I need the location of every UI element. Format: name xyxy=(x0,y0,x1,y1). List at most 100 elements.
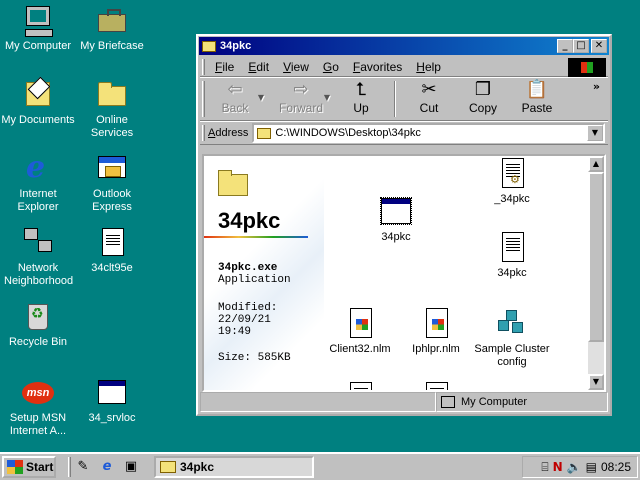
copy-icon: ❐ xyxy=(474,79,492,100)
maximize-button[interactable]: □ xyxy=(573,39,589,53)
desktop-icon-label: 34_srvloc xyxy=(88,412,136,424)
desktop-icon-34clt95e[interactable]: 34clt95e xyxy=(74,226,150,275)
window-titlebar[interactable]: 34pkc _ □ ✕ xyxy=(199,37,609,55)
toolbar-grip[interactable] xyxy=(202,81,205,117)
file-icon-partial[interactable] xyxy=(396,382,476,390)
desktop-icon-internet-explorer[interactable]: e Internet Explorer xyxy=(0,152,76,214)
copy-button[interactable]: ❐ Copy xyxy=(456,79,510,119)
file-icon-iphlpr-nlm[interactable]: Iphlpr.nlm xyxy=(396,308,476,356)
file-icon-partial[interactable] xyxy=(320,382,400,390)
clock[interactable]: 08:25 xyxy=(601,460,631,474)
paste-button[interactable]: 📋 Paste xyxy=(510,79,564,119)
desktop-icon-outlook-express[interactable]: Outlook Express xyxy=(74,152,150,214)
window-title: 34pkc xyxy=(220,40,252,52)
desktop-icon-setup-msn[interactable]: msn Setup MSN Internet A... xyxy=(0,376,76,438)
file-label: 34pkc xyxy=(381,231,411,243)
cut-button[interactable]: ✂ Cut xyxy=(402,79,456,119)
file-icon-_34pkc[interactable]: _34pkc xyxy=(472,158,552,206)
address-bar: Address C:\WINDOWS\Desktop\34pkc ▼ xyxy=(200,121,608,145)
volume-icon[interactable]: 🔈 xyxy=(567,460,582,474)
up-button[interactable]: ⮤ Up xyxy=(334,79,388,119)
menu-view[interactable]: View xyxy=(276,60,316,74)
document-icon xyxy=(344,382,376,390)
menu-edit[interactable]: Edit xyxy=(241,60,276,74)
menu-grip[interactable] xyxy=(202,58,205,75)
scroll-down-button[interactable]: ▼ xyxy=(588,374,604,390)
menu-favorites[interactable]: Favorites xyxy=(346,60,409,74)
paste-label: Paste xyxy=(521,101,553,115)
address-dropdown-icon[interactable]: ▼ xyxy=(587,125,603,141)
desktop-icon-recycle-bin[interactable]: Recycle Bin xyxy=(0,300,76,349)
outlook-express-icon xyxy=(96,152,128,184)
file-icon-34pkc-exe[interactable]: 34pkc xyxy=(356,196,436,244)
application-window-icon xyxy=(380,196,412,228)
start-button[interactable]: Start xyxy=(2,456,56,478)
toolbar-chevron-icon[interactable]: » xyxy=(593,80,600,93)
internet-explorer-icon[interactable]: e xyxy=(98,458,116,476)
start-label: Start xyxy=(26,460,54,474)
vertical-scrollbar[interactable]: ▲ ▼ xyxy=(588,156,604,390)
desktop-icon-online-services[interactable]: Online Services xyxy=(74,78,150,140)
desktop-icon-label: Setup MSN Internet A... xyxy=(9,412,67,437)
folder-content[interactable]: 34pkc 34pkc.exe Application Modified: 22… xyxy=(202,154,606,392)
desktop-icon-my-computer[interactable]: My Computer xyxy=(0,4,76,53)
status-panel-left xyxy=(200,392,436,412)
taskbar: Start ✎ e ▣ 34pkc ⌸ N 🔈 ▤ 08:25 xyxy=(0,452,640,480)
edit-icon[interactable]: ✎ xyxy=(74,458,92,476)
clipboard-icon: 📋 xyxy=(525,79,549,100)
copy-label: Copy xyxy=(468,101,497,115)
taskbar-button-34pkc[interactable]: 34pkc xyxy=(154,456,314,478)
web-view-pane: 34pkc 34pkc.exe Application Modified: 22… xyxy=(204,156,324,390)
menu-help[interactable]: Help xyxy=(409,60,448,74)
status-bar: My Computer xyxy=(200,392,608,412)
desktop-icon-network-neighborhood[interactable]: Network Neighborhood xyxy=(0,226,76,288)
application-window-icon xyxy=(96,376,128,408)
desktop-icon-my-briefcase[interactable]: My Briefcase xyxy=(74,4,150,53)
file-label: Client32.nlm xyxy=(329,343,391,355)
status-location: My Computer xyxy=(461,396,528,408)
scroll-up-button[interactable]: ▲ xyxy=(588,156,604,172)
network-tray-icon[interactable]: ⌸ xyxy=(541,460,548,475)
menu-file[interactable]: File xyxy=(208,60,241,74)
desktop-icon-my-documents[interactable]: My Documents xyxy=(0,78,76,127)
minimize-button[interactable]: _ xyxy=(557,39,573,53)
quick-launch-grip[interactable] xyxy=(68,457,71,477)
show-desktop-icon[interactable]: ▣ xyxy=(122,458,140,476)
recycle-bin-icon xyxy=(22,300,54,332)
desktop-icon-label: My Briefcase xyxy=(80,40,144,52)
my-documents-icon xyxy=(22,78,54,110)
address-grip[interactable] xyxy=(202,125,205,141)
address-input[interactable]: C:\WINDOWS\Desktop\34pkc ▼ xyxy=(252,123,605,143)
file-label: Sample Cluster config xyxy=(474,343,550,368)
internet-explorer-icon: e xyxy=(26,150,46,185)
file-icon-34pkc[interactable]: 34pkc xyxy=(472,232,552,280)
forward-dropdown-icon[interactable]: ▼ xyxy=(324,93,330,102)
forward-button[interactable]: ⇨ Forward ▼ xyxy=(274,79,330,119)
file-icon-client32-nlm[interactable]: Client32.nlm xyxy=(320,308,400,356)
address-label: Address xyxy=(208,127,249,139)
explorer-window: 34pkc _ □ ✕ File Edit View Go Favorites … xyxy=(196,34,612,416)
desktop-icon-label: Online Services xyxy=(90,114,134,139)
address-value: C:\WINDOWS\Desktop\34pkc xyxy=(275,127,421,139)
settings-document-icon xyxy=(496,158,528,190)
back-button[interactable]: ⇦ Back ▼ xyxy=(208,79,264,119)
scroll-thumb[interactable] xyxy=(588,172,604,342)
windows-logo-icon xyxy=(568,58,606,77)
toolbar-separator xyxy=(394,81,396,117)
back-label: Back xyxy=(221,101,249,115)
menu-go[interactable]: Go xyxy=(316,60,346,74)
netware-tray-icon[interactable]: N xyxy=(553,460,563,474)
my-computer-icon xyxy=(22,4,54,37)
file-icon-sample-cluster-config[interactable]: Sample Cluster config xyxy=(472,308,552,369)
folder-icon xyxy=(96,78,128,110)
desktop-icon-label: Recycle Bin xyxy=(8,336,68,348)
scheduler-tray-icon[interactable]: ▤ xyxy=(586,460,597,474)
close-button[interactable]: ✕ xyxy=(591,39,607,53)
desktop-icon-label: Internet Explorer xyxy=(17,188,59,213)
menu-bar: File Edit View Go Favorites Help xyxy=(200,57,608,77)
folder-icon xyxy=(202,40,216,52)
modified-label: Modified: xyxy=(218,302,278,314)
folder-title: 34pkc xyxy=(218,208,281,233)
back-dropdown-icon[interactable]: ▼ xyxy=(258,93,264,102)
desktop-icon-34-srvloc[interactable]: 34_srvloc xyxy=(74,376,150,425)
